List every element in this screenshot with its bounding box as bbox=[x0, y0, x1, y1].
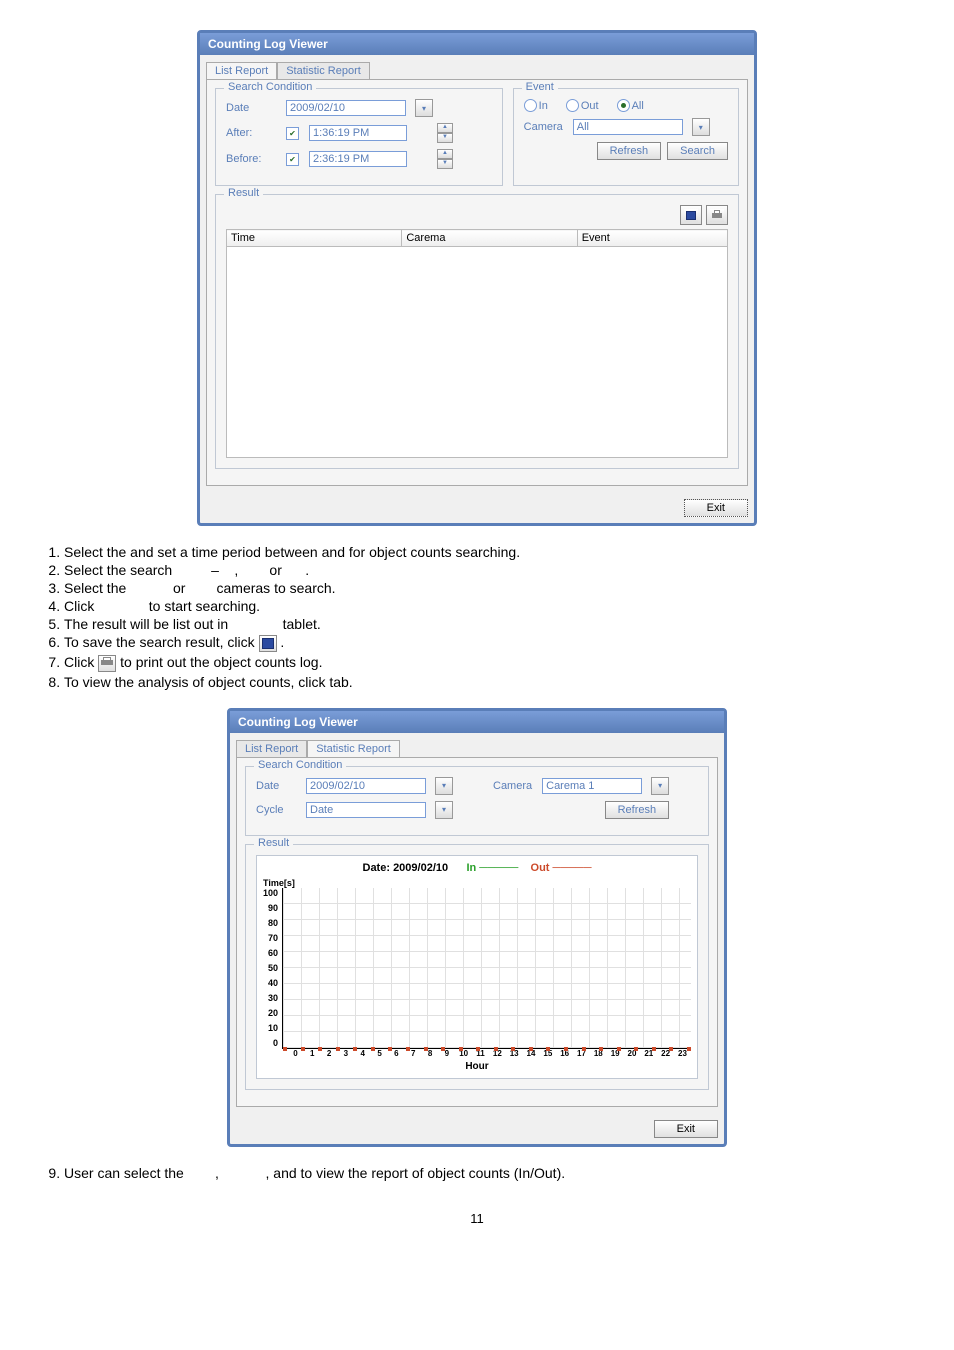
print-icon bbox=[98, 655, 116, 672]
dialog-title: Counting Log Viewer bbox=[200, 33, 754, 55]
search-condition-group: Search Condition Date 2009/02/10▾ Cycle … bbox=[245, 766, 709, 836]
y-axis-ticks: 1009080706050403020100 bbox=[263, 888, 282, 1048]
camera-dropdown-icon[interactable]: ▾ bbox=[692, 118, 710, 136]
instructions-post: User can select the , , and to view the … bbox=[40, 1165, 914, 1181]
instruction-item: Click to start searching. bbox=[64, 598, 914, 614]
after-label: After: bbox=[226, 127, 276, 139]
print-icon bbox=[710, 209, 724, 222]
legend-in: In ───── bbox=[466, 862, 518, 874]
fieldset-label: Search Condition bbox=[224, 81, 316, 93]
tab-list-report[interactable]: List Report bbox=[236, 740, 307, 757]
after-spinner[interactable]: ▲▼ bbox=[437, 123, 453, 143]
cycle-dropdown-icon[interactable]: ▾ bbox=[435, 801, 453, 819]
after-checkbox[interactable]: ✔ bbox=[286, 127, 299, 140]
save-button[interactable] bbox=[680, 205, 702, 225]
tab-statistic-report[interactable]: Statistic Report bbox=[277, 62, 370, 79]
date-input[interactable]: 2009/02/10 bbox=[286, 100, 406, 116]
tab-statistic-report[interactable]: Statistic Report bbox=[307, 740, 400, 757]
cycle-label: Cycle bbox=[256, 804, 296, 816]
dialog-title: Counting Log Viewer bbox=[230, 711, 724, 733]
instruction-item: Select the or cameras to search. bbox=[64, 580, 914, 596]
date-label: Date bbox=[256, 780, 296, 792]
tab-panel: Search Condition Date 2009/02/10 ▾ After:… bbox=[206, 79, 748, 486]
camera-select[interactable]: Carema 1 bbox=[542, 778, 642, 794]
col-camera[interactable]: Carema bbox=[402, 230, 577, 247]
chart-title: Date: 2009/02/10 In ───── Out ───── bbox=[263, 862, 691, 874]
instruction-item: The result will be list out in tablet. bbox=[64, 616, 914, 632]
instruction-item: Select the search – , or . bbox=[64, 562, 914, 578]
result-list-area[interactable] bbox=[226, 247, 728, 458]
legend-out: Out ───── bbox=[531, 862, 592, 874]
date-dropdown-icon[interactable]: ▾ bbox=[435, 777, 453, 795]
camera-select[interactable]: All bbox=[573, 119, 683, 135]
tabs: List ReportStatistic Report bbox=[236, 739, 718, 757]
search-button[interactable]: Search bbox=[667, 142, 728, 160]
date-dropdown-icon[interactable]: ▾ bbox=[415, 99, 433, 117]
fieldset-label: Search Condition bbox=[254, 759, 346, 771]
result-table: Time Carema Event bbox=[226, 229, 728, 247]
instruction-item: Click to print out the object counts log… bbox=[64, 654, 914, 672]
y-axis-label: Time[s] bbox=[263, 878, 691, 888]
before-input[interactable]: 2:36:19 PM bbox=[309, 151, 407, 167]
exit-button[interactable]: Exit bbox=[654, 1120, 718, 1138]
page-number: 11 bbox=[40, 1211, 914, 1226]
instruction-item: User can select the , , and to view the … bbox=[64, 1165, 914, 1181]
tabs: List ReportStatistic Report bbox=[206, 61, 748, 79]
radio-all[interactable]: All bbox=[617, 99, 644, 112]
camera-label: Camera bbox=[493, 780, 532, 792]
camera-label: Camera bbox=[524, 121, 563, 133]
chart-plot-area bbox=[282, 888, 691, 1049]
exit-button[interactable]: Exit bbox=[684, 499, 748, 517]
date-input[interactable]: 2009/02/10 bbox=[306, 778, 426, 794]
col-event[interactable]: Event bbox=[577, 230, 727, 247]
instructions: Select the and set a time period between… bbox=[40, 544, 914, 690]
event-group: Event In Out All Camera All▾ Refresh Sea… bbox=[513, 88, 739, 186]
fieldset-label: Result bbox=[224, 187, 263, 199]
camera-dropdown-icon[interactable]: ▾ bbox=[651, 777, 669, 795]
print-button[interactable] bbox=[706, 205, 728, 225]
save-icon bbox=[259, 635, 277, 652]
radio-in[interactable]: In bbox=[524, 99, 548, 112]
after-input[interactable]: 1:36:19 PM bbox=[309, 125, 407, 141]
date-label: Date bbox=[226, 102, 276, 114]
instruction-item: To view the analysis of object counts, c… bbox=[64, 674, 914, 690]
result-group: Result Time Carema Event bbox=[215, 194, 739, 469]
chart: Date: 2009/02/10 In ───── Out ───── Time… bbox=[256, 855, 698, 1079]
tab-list-report[interactable]: List Report bbox=[206, 62, 277, 79]
fieldset-label: Result bbox=[254, 837, 293, 849]
search-condition-group: Search Condition Date 2009/02/10▾ After:… bbox=[215, 88, 503, 186]
radio-out[interactable]: Out bbox=[566, 99, 599, 112]
result-group: Result Date: 2009/02/10 In ───── Out ───… bbox=[245, 844, 709, 1090]
fieldset-label: Event bbox=[522, 81, 558, 93]
counting-log-viewer-dialog-stat: Counting Log Viewer List ReportStatistic… bbox=[227, 708, 727, 1147]
save-icon bbox=[684, 209, 698, 222]
before-spinner[interactable]: ▲▼ bbox=[437, 149, 453, 169]
counting-log-viewer-dialog: Counting Log Viewer List ReportStatistic… bbox=[197, 30, 757, 526]
col-time[interactable]: Time bbox=[227, 230, 402, 247]
instruction-item: To save the search result, click . bbox=[64, 634, 914, 652]
cycle-select[interactable]: Date bbox=[306, 802, 426, 818]
tab-panel: Search Condition Date 2009/02/10▾ Cycle … bbox=[236, 757, 718, 1107]
refresh-button[interactable]: Refresh bbox=[605, 801, 670, 819]
instruction-item: Select the and set a time period between… bbox=[64, 544, 914, 560]
before-checkbox[interactable]: ✔ bbox=[286, 153, 299, 166]
before-label: Before: bbox=[226, 153, 276, 165]
x-axis-label: Hour bbox=[263, 1061, 691, 1072]
refresh-button[interactable]: Refresh bbox=[597, 142, 662, 160]
